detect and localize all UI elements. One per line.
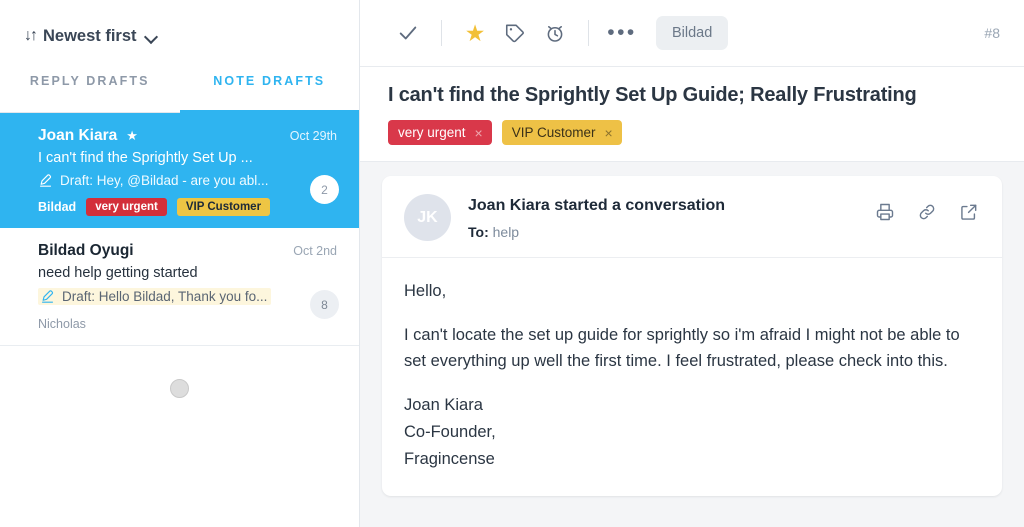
pencil-icon: [38, 173, 53, 188]
list-item-date: Oct 2nd: [293, 244, 337, 258]
toolbar-divider: [588, 20, 589, 46]
tab-note-drafts[interactable]: NOTE DRAFTS: [180, 72, 360, 112]
message-thread: JK Joan Kiara started a conversation To:…: [360, 162, 1024, 527]
check-icon[interactable]: [388, 13, 428, 53]
assignee-button[interactable]: Bildad: [656, 16, 728, 50]
tag-vip-customer-label: VIP Customer: [512, 125, 596, 140]
list-item-assignee: Nicholas: [38, 317, 86, 331]
list-item-sender: Bildad Oyugi: [38, 242, 134, 260]
sort-arrows-icon: ↓↑: [24, 27, 36, 45]
message-header: JK Joan Kiara started a conversation To:…: [382, 176, 1002, 258]
list-item-message-count: 8: [310, 290, 339, 319]
email-client-app: ↓↑ Newest first REPLY DRAFTS NOTE DRAFTS…: [0, 0, 1024, 527]
conversation-list-panel: ↓↑ Newest first REPLY DRAFTS NOTE DRAFTS…: [0, 0, 360, 527]
signature-company: Fragincense: [404, 450, 495, 468]
alarm-clock-icon[interactable]: [535, 13, 575, 53]
list-item-subject: I can't find the Sprightly Set Up ...: [38, 150, 337, 166]
pencil-icon: [40, 289, 55, 304]
list-item-footer: Nicholas: [38, 314, 337, 333]
message-recipient: To: help: [468, 224, 725, 240]
star-icon[interactable]: ★: [455, 13, 495, 53]
chevron-down-icon: [146, 31, 157, 42]
tab-note-drafts-label: NOTE DRAFTS: [213, 74, 325, 88]
list-item-footer: Bildad very urgent VIP Customer: [38, 197, 337, 216]
star-icon[interactable]: ★: [126, 128, 138, 144]
message-paragraph: Hello,: [404, 278, 980, 305]
signature-role: Co-Founder,: [404, 423, 496, 441]
list-item-header: Joan Kiara ★ Oct 29th: [38, 127, 337, 145]
sort-order-label: Newest first: [43, 27, 137, 46]
open-external-icon[interactable]: [958, 201, 980, 223]
list-item-assignee: Bildad: [38, 200, 76, 214]
list-item-draft: Draft: Hey, @Bildad - are you abl...: [38, 173, 337, 188]
list-item[interactable]: Bildad Oyugi Oct 2nd need help getting s…: [0, 228, 359, 346]
message-to-label: To:: [468, 224, 489, 240]
message-body: Hello, I can't locate the set up guide f…: [382, 258, 1002, 496]
more-options-icon[interactable]: •••: [602, 13, 642, 53]
page-title: I can't find the Sprightly Set Up Guide;…: [388, 84, 996, 107]
list-item-header: Bildad Oyugi Oct 2nd: [38, 242, 337, 260]
message-signature: Joan Kiara Co-Founder, Fragincense: [404, 392, 980, 472]
list-item-draft-text: Draft: Hello Bildad, Thank you fo...: [62, 289, 267, 304]
tag-icon[interactable]: [495, 13, 535, 53]
conversation-number: #8: [984, 25, 1000, 41]
list-item-draft: Draft: Hello Bildad, Thank you fo...: [38, 288, 337, 305]
subject-area: I can't find the Sprightly Set Up Guide;…: [360, 67, 1024, 162]
star-glyph: ★: [465, 22, 486, 45]
loading-spinner: [170, 379, 189, 398]
tab-reply-drafts-label: REPLY DRAFTS: [30, 74, 150, 88]
list-item-draft-highlight: Draft: Hello Bildad, Thank you fo...: [38, 288, 271, 305]
print-icon[interactable]: [874, 201, 896, 223]
link-icon[interactable]: [916, 201, 938, 223]
tag-remove-icon[interactable]: ×: [605, 126, 613, 140]
tag-vip-customer[interactable]: VIP Customer ×: [502, 120, 622, 145]
list-item-draft-text: Draft: Hey, @Bildad - are you abl...: [60, 173, 269, 188]
drafts-tabs: REPLY DRAFTS NOTE DRAFTS: [0, 72, 359, 113]
list-item[interactable]: Joan Kiara ★ Oct 29th I can't find the S…: [0, 113, 359, 228]
list-item-message-count: 2: [310, 175, 339, 204]
signature-name: Joan Kiara: [404, 396, 483, 414]
conversation-list: Joan Kiara ★ Oct 29th I can't find the S…: [0, 113, 359, 527]
toolbar-divider: [441, 20, 442, 46]
more-glyph: •••: [607, 27, 637, 40]
sort-bar: ↓↑ Newest first: [0, 0, 359, 72]
message-paragraph: I can't locate the set up guide for spri…: [404, 322, 980, 375]
tag-remove-icon[interactable]: ×: [475, 126, 483, 140]
conversation-toolbar: ★ ••• Bildad #8: [360, 0, 1024, 67]
list-item-date: Oct 29th: [290, 129, 337, 143]
avatar: JK: [404, 194, 451, 241]
list-item-sender: Joan Kiara: [38, 127, 117, 145]
message-card: JK Joan Kiara started a conversation To:…: [382, 176, 1002, 496]
list-item-tag-very-urgent[interactable]: very urgent: [86, 198, 167, 216]
list-item-tag-vip-customer[interactable]: VIP Customer: [177, 198, 270, 216]
conversation-detail-panel: ★ ••• Bildad #8: [360, 0, 1024, 527]
message-author-line: Joan Kiara started a conversation: [468, 197, 725, 215]
message-header-text: Joan Kiara started a conversation To: he…: [468, 194, 725, 240]
loading-spinner-wrap: [0, 346, 359, 398]
tag-very-urgent[interactable]: very urgent ×: [388, 120, 492, 145]
list-item-subject: need help getting started: [38, 265, 337, 281]
message-to-value: help: [493, 224, 519, 240]
tag-very-urgent-label: very urgent: [398, 125, 466, 140]
tab-reply-drafts[interactable]: REPLY DRAFTS: [0, 72, 180, 112]
message-actions: [874, 194, 980, 223]
sort-order-dropdown[interactable]: ↓↑ Newest first: [24, 27, 157, 46]
conversation-tags: very urgent × VIP Customer ×: [388, 120, 996, 145]
